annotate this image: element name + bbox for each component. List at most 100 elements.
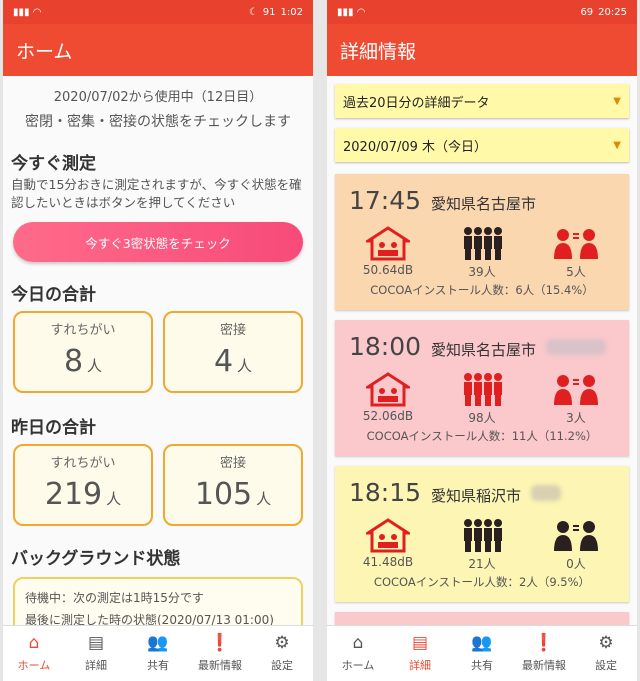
alert-icon: ❗ — [533, 632, 555, 653]
record-card[interactable]: 18:15 愛知県稲沢市 41.48dB 21人 0人 COCOAインストール人… — [335, 466, 629, 602]
nav-label: 共有 — [471, 658, 493, 672]
crowd-icon — [464, 519, 502, 552]
tagline: 密閉・密集・密接の状態をチェックします — [25, 114, 291, 130]
yesterday-passby-card: すれちがい 219 人 — [13, 444, 153, 526]
detail-screen: ▮▮▮ ◠ 69 20:25 詳細情報 過去20日分の詳細データ ▼ 2020/… — [327, 0, 637, 681]
today-title: 今日の合計 — [11, 285, 96, 305]
cocoa-count: COCOAインストール人数：6人（15.4%） — [370, 283, 594, 297]
moon-icon: ☾ — [248, 6, 258, 18]
nav-label: 詳細 — [409, 658, 431, 672]
yesterday-close-card: 密接 105 人 — [163, 444, 303, 526]
record-place: 愛知県名古屋市 — [431, 195, 537, 213]
nav-label: 共有 — [147, 658, 169, 672]
chart-icon: ▤ — [87, 632, 105, 653]
alert-icon: ❗ — [209, 632, 231, 653]
nav-share[interactable]: 👥 共有 — [127, 626, 189, 681]
redacted-area — [531, 485, 562, 501]
clock: 20:25 — [598, 6, 627, 18]
cocoa-count: COCOAインストール人数：2人（9.5%） — [373, 575, 591, 589]
nav-label: ホーム — [341, 658, 375, 672]
nav-label: 設定 — [595, 658, 617, 672]
home-content[interactable]: 2020/07/02から使用中（12日目） 密閉・密集・密接の状態をチェックしま… — [3, 76, 313, 625]
people-icon: 👥 — [471, 632, 493, 653]
home-icon: ⌂ — [352, 632, 364, 653]
home-screen: ▮▮▮ ◠ ☾ 91 1:02 ホーム 2020/07/02から使用中（12日目… — [3, 0, 313, 681]
stat-label: 密接 — [219, 456, 246, 471]
nav-label: 最新情報 — [522, 658, 566, 672]
people-count: 98人 — [468, 411, 496, 425]
close-contact-icon — [554, 521, 598, 551]
usage-text: 2020/07/02から使用中（12日目） — [53, 90, 263, 105]
today-close-card: 密接 4人 — [163, 311, 303, 393]
detail-content[interactable]: 過去20日分の詳細データ ▼ 2020/07/09 木（今日） ▼ 17:45 … — [327, 76, 637, 625]
nav-share[interactable]: 👥 共有 — [451, 626, 513, 681]
crowded-room-icon — [366, 518, 410, 553]
record-place: 愛知県稲沢市 — [431, 487, 522, 505]
nav-label: 設定 — [271, 658, 293, 672]
nav-home[interactable]: ⌂ ホーム — [3, 626, 65, 681]
today-passby-card: すれちがい 8人 — [13, 311, 153, 393]
close-contact-icon — [554, 229, 598, 259]
clock: 1:02 — [280, 6, 303, 18]
check-now-button[interactable]: 今すぐ3密状態をチェック — [13, 222, 303, 262]
bottom-nav: ⌂ ホーム ▤ 詳細 👥 共有 ❗ 最新情報 ⚙ 設定 — [327, 625, 637, 681]
crowded-room-icon — [366, 226, 410, 261]
battery-level: 69 — [580, 6, 594, 18]
stat-unit: 人 — [87, 357, 103, 375]
nav-detail[interactable]: ▤ 詳細 — [65, 626, 127, 681]
home-icon: ⌂ — [28, 632, 40, 653]
stat-unit: 人 — [256, 490, 272, 508]
record-time: 18:15 — [349, 478, 422, 507]
nav-settings[interactable]: ⚙ 設定 — [575, 626, 637, 681]
date-select[interactable]: 2020/07/09 木（今日） ▼ — [335, 128, 629, 162]
people-icon: 👥 — [147, 632, 169, 653]
people-count: 39人 — [468, 265, 496, 279]
background-title: バックグラウンド状態 — [11, 549, 181, 569]
stat-value: 219 — [44, 477, 103, 512]
record-card[interactable]: 17:45 愛知県名古屋市 50.64dB 39人 5人 COCOAインストール… — [335, 174, 629, 310]
yesterday-title: 昨日の合計 — [11, 418, 96, 438]
page-title: 詳細情報 — [340, 40, 417, 63]
stat-label: 密接 — [219, 323, 246, 338]
chart-icon: ▤ — [411, 632, 429, 653]
stat-value: 105 — [194, 477, 253, 512]
battery-level: 91 — [262, 6, 276, 18]
date-select-value: 2020/07/09 木（今日） — [343, 139, 488, 155]
db-value: 52.06dB — [362, 409, 414, 423]
nav-home[interactable]: ⌂ ホーム — [327, 626, 389, 681]
bottom-nav: ⌂ ホーム ▤ 詳細 👥 共有 ❗ 最新情報 ⚙ 設定 — [3, 625, 313, 681]
gear-icon: ⚙ — [274, 632, 290, 653]
nav-news[interactable]: ❗ 最新情報 — [513, 626, 575, 681]
record-card-partial[interactable] — [335, 612, 629, 625]
record-card[interactable]: 18:00 愛知県名古屋市 52.06dB 98人 3人 COCOAインストール… — [335, 320, 629, 456]
status-bar: ▮▮▮ ◠ ☾ 91 1:02 — [3, 0, 313, 24]
range-select[interactable]: 過去20日分の詳細データ ▼ — [335, 84, 629, 118]
today-stats: すれちがい 8人 密接 4人 — [3, 311, 313, 393]
signal-icon: ▮▮▮ ◠ — [337, 6, 366, 18]
app-bar: ホーム — [3, 24, 313, 76]
app-bar: 詳細情報 — [327, 24, 637, 76]
crowd-icon — [464, 227, 502, 260]
people-count: 21人 — [468, 557, 496, 571]
record-place: 愛知県名古屋市 — [431, 341, 537, 359]
db-value: 41.48dB — [362, 555, 414, 569]
crowded-room-icon — [366, 372, 410, 407]
dropdown-arrow-icon: ▼ — [613, 139, 621, 151]
gear-icon: ⚙ — [598, 632, 614, 653]
measure-desc: 自動で15分おきに測定されますが、今すぐ状態を確認したいときはボタンを押してくだ… — [11, 177, 302, 210]
nav-settings[interactable]: ⚙ 設定 — [251, 626, 313, 681]
stat-value: 4 — [213, 344, 234, 379]
nav-label: ホーム — [17, 658, 51, 672]
nav-news[interactable]: ❗ 最新情報 — [189, 626, 251, 681]
redacted-area — [546, 339, 607, 355]
nav-label: 最新情報 — [198, 658, 242, 672]
close-count: 3人 — [566, 411, 586, 425]
background-status: 待機中：次の測定は1時15分です — [25, 591, 204, 605]
crowd-icon — [464, 373, 502, 406]
range-select-value: 過去20日分の詳細データ — [343, 95, 490, 111]
nav-detail[interactable]: ▤ 詳細 — [389, 626, 451, 681]
background-card: 待機中：次の測定は1時15分です 最後に測定した時の状態(2020/07/13 … — [13, 577, 303, 625]
stat-value: 8 — [63, 344, 84, 379]
close-count: 0人 — [566, 557, 586, 571]
record-time: 18:00 — [349, 332, 422, 361]
